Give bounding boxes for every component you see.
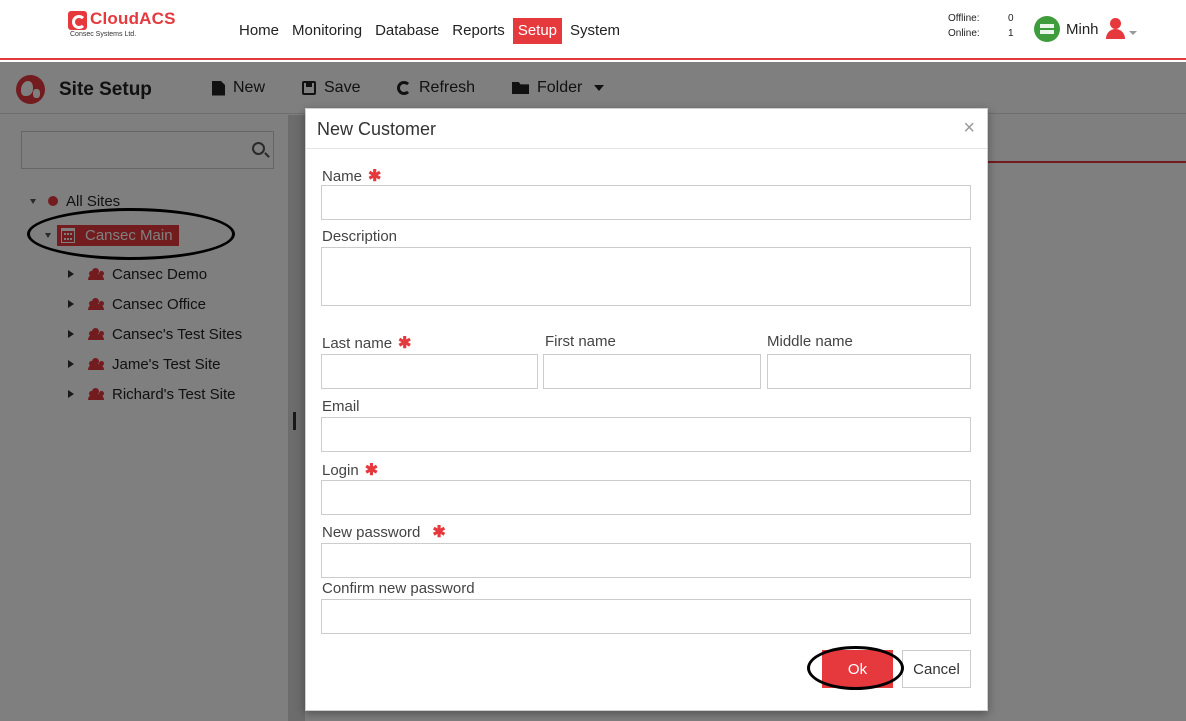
last-name-label: Last name ✱ — [322, 333, 411, 353]
nav-system[interactable]: System — [565, 18, 625, 44]
middle-name-field[interactable] — [767, 354, 971, 389]
dialog-header: New Customer × — [306, 109, 987, 149]
login-label: Login ✱ — [322, 460, 378, 480]
offline-label: Offline: — [948, 13, 980, 24]
dialog-title: New Customer — [317, 119, 437, 139]
close-icon[interactable]: × — [963, 118, 975, 138]
online-label: Online: — [948, 28, 980, 39]
user-icon[interactable] — [1105, 18, 1125, 40]
new-password-label: New password ✱ — [322, 522, 446, 542]
online-count: 1 — [1008, 28, 1014, 39]
nav-setup[interactable]: Setup — [512, 18, 563, 44]
first-name-field[interactable] — [543, 354, 761, 389]
description-field[interactable] — [321, 247, 971, 306]
login-label-text: Login — [322, 462, 359, 479]
required-asterisk-icon: ✱ — [432, 524, 446, 541]
confirm-password-field[interactable] — [321, 599, 971, 634]
new-password-field[interactable] — [321, 543, 971, 578]
name-label: Name ✱ — [322, 166, 381, 186]
ok-button[interactable]: Ok — [822, 650, 893, 688]
last-name-field[interactable] — [321, 354, 538, 389]
confirm-password-label: Confirm new password — [322, 580, 475, 597]
nav-database[interactable]: Database — [370, 18, 444, 44]
server-status-icon[interactable] — [1034, 16, 1060, 42]
cloudacs-logo[interactable]: CloudACS Consec Systems Ltd. — [68, 9, 178, 46]
required-asterisk-icon: ✱ — [364, 462, 379, 479]
cloudacs-logo-icon — [68, 11, 87, 30]
new-password-label-text: New password — [322, 524, 421, 541]
brand-name: CloudACS — [90, 9, 176, 28]
description-label: Description — [322, 228, 398, 245]
middle-name-label: Middle name — [767, 333, 853, 350]
nav-home[interactable]: Home — [234, 18, 284, 44]
nav-monitoring[interactable]: Monitoring — [287, 18, 367, 44]
name-field[interactable] — [321, 185, 971, 220]
cancel-button[interactable]: Cancel — [902, 650, 971, 688]
required-asterisk-icon: ✱ — [398, 335, 412, 352]
connection-status: Offline: 0 Online: 1 — [948, 11, 1028, 41]
name-label-text: Name — [322, 168, 363, 185]
login-field[interactable] — [321, 480, 971, 515]
required-asterisk-icon: ✱ — [368, 168, 382, 185]
main-nav: Home Monitoring Database Reports Setup S… — [234, 18, 628, 44]
offline-count: 0 — [1008, 13, 1014, 24]
last-name-label-text: Last name — [322, 335, 393, 352]
user-menu[interactable]: Minh — [1034, 14, 1137, 44]
chevron-down-icon[interactable] — [1128, 31, 1137, 35]
new-customer-dialog: New Customer × Name ✱ Description Last na… — [305, 108, 988, 711]
email-label: Email — [322, 398, 360, 415]
nav-reports[interactable]: Reports — [447, 18, 510, 44]
email-field[interactable] — [321, 417, 971, 452]
brand-tagline: Consec Systems Ltd. — [70, 31, 137, 38]
first-name-label: First name — [545, 333, 616, 350]
user-name[interactable]: Minh — [1066, 21, 1099, 38]
top-navbar: CloudACS Consec Systems Ltd. Home Monito… — [0, 0, 1186, 60]
